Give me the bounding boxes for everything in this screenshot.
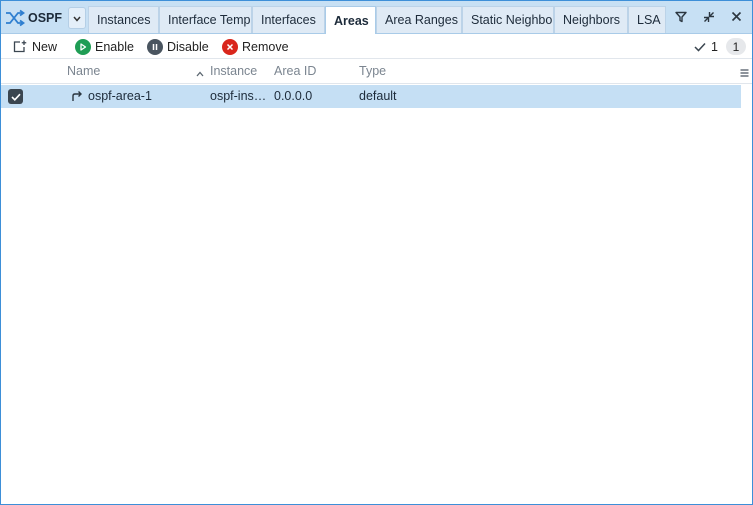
tab-interface-templates[interactable]: Interface Templates	[159, 6, 252, 33]
collapse-icon	[703, 11, 715, 26]
tab-interfaces[interactable]: Interfaces	[252, 6, 325, 33]
new-item-icon	[12, 39, 28, 55]
tab-bar: OSPF Instances Interface Templates Inter…	[1, 1, 752, 34]
remove-button-label: Remove	[242, 39, 289, 54]
cell-name: ospf-area-1	[88, 89, 152, 103]
tab-label: Interfaces	[261, 13, 316, 27]
table-row[interactable]: ospf-area-1 ospf-instance-1 0.0.0.0 defa…	[1, 85, 741, 108]
close-button[interactable]	[724, 7, 748, 29]
tab-label: Neighbors	[563, 13, 620, 27]
sort-ascending-icon	[196, 66, 204, 82]
close-icon	[731, 11, 742, 25]
total-count-badge: 1	[726, 38, 746, 55]
cell-instance: ospf-instance-1	[210, 89, 267, 103]
tab-neighbors[interactable]: Neighbors	[554, 6, 628, 33]
play-icon	[75, 38, 91, 55]
area-arrow-icon	[71, 90, 83, 106]
cell-area-id: 0.0.0.0	[274, 89, 313, 103]
row-checkbox[interactable]	[8, 89, 23, 104]
table-header: Name Instance Area ID Type	[1, 60, 752, 84]
selected-count: 1	[711, 39, 718, 54]
column-header-instance[interactable]: Instance	[210, 64, 257, 80]
column-header-name[interactable]: Name	[67, 64, 100, 80]
collapse-button[interactable]	[697, 7, 721, 29]
checkmark-icon	[694, 42, 706, 52]
tab-area-ranges[interactable]: Area Ranges	[376, 6, 462, 33]
cell-type: default	[359, 89, 397, 103]
action-toolbar: New Enable Disable Remove 1 1	[1, 34, 752, 59]
chevron-down-icon	[73, 11, 81, 25]
tab-label: LSA	[637, 13, 661, 27]
disable-button[interactable]: Disable	[147, 37, 209, 56]
app-title-label: OSPF	[28, 11, 63, 25]
column-header-area-id[interactable]: Area ID	[274, 64, 316, 80]
ospf-shuffle-icon	[4, 7, 26, 29]
tab-static-neighbors[interactable]: Static Neighbors	[462, 6, 554, 33]
enable-button-label: Enable	[95, 39, 134, 54]
selection-counter: 1 1	[694, 37, 746, 56]
tab-label: Area Ranges	[385, 13, 458, 27]
enable-button[interactable]: Enable	[75, 37, 134, 56]
app-menu-dropdown[interactable]	[68, 7, 86, 29]
tab-label: Areas	[334, 13, 369, 28]
tab-instances[interactable]: Instances	[88, 6, 159, 33]
tab-label: Static Neighbors	[471, 13, 554, 27]
tab-areas[interactable]: Areas	[325, 6, 376, 34]
tab-label: Instances	[97, 13, 151, 27]
tab-lsa[interactable]: LSA	[628, 6, 666, 33]
column-header-type[interactable]: Type	[359, 64, 386, 80]
remove-button[interactable]: Remove	[222, 37, 289, 56]
ospf-window: OSPF Instances Interface Templates Inter…	[0, 0, 753, 505]
tab-label: Interface Templates	[168, 13, 251, 27]
remove-x-icon	[222, 38, 238, 55]
filter-icon	[675, 11, 687, 26]
app-title: OSPF	[4, 5, 64, 31]
column-menu-icon[interactable]	[740, 66, 749, 82]
pause-icon	[147, 38, 163, 55]
new-button[interactable]: New	[12, 37, 57, 56]
disable-button-label: Disable	[167, 39, 209, 54]
new-button-label: New	[32, 39, 58, 54]
filter-button[interactable]	[669, 7, 693, 29]
